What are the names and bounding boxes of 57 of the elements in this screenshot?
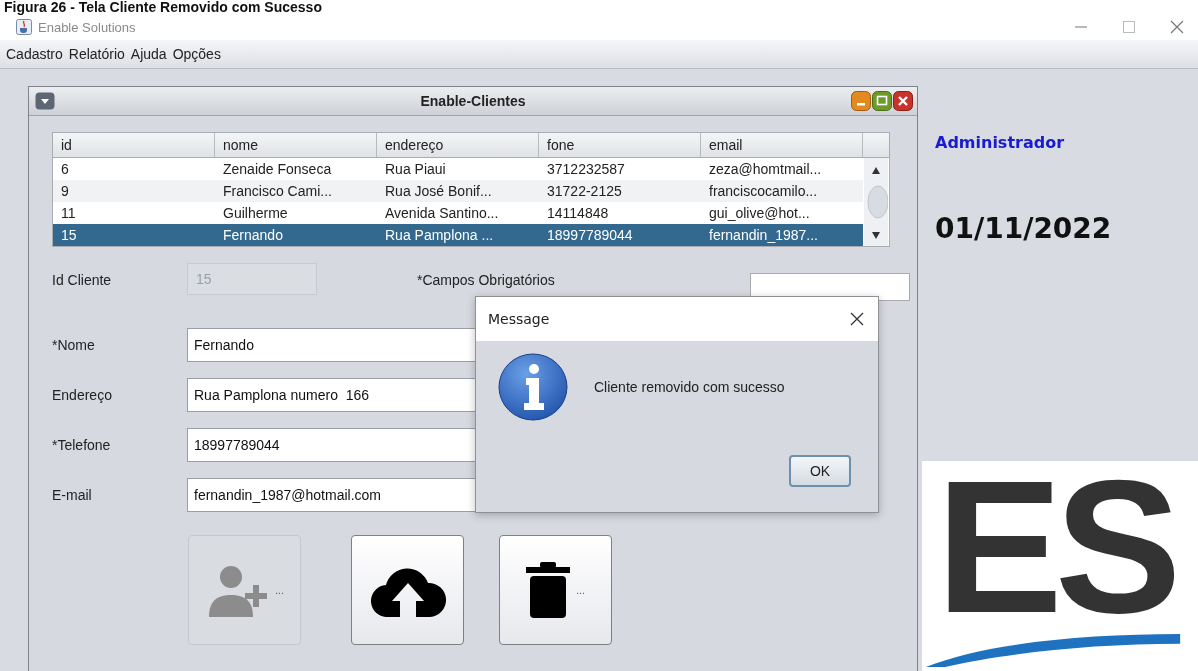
figure-caption: Figura 26 - Tela Cliente Removido com Sucesso [3,0,323,14]
table-cell-text: Zenaide Fonseca [222,160,333,179]
window-title: Enable Solutions [38,19,136,35]
menu-item[interactable]: Cadastro [6,46,63,62]
dialog-message: Cliente removido com sucesso [594,379,785,395]
menu-item[interactable]: Opções [172,46,221,62]
maximize-icon[interactable] [872,91,892,111]
save-button[interactable] [351,535,464,645]
delete-button[interactable]: ... [499,535,612,645]
table-cell-text: gui_olive@hot... [708,204,811,223]
table-cell-text: 14114848 [546,204,610,223]
field-label: *Telefone [52,437,112,453]
field-label: Id Cliente [52,271,113,290]
ok-button[interactable]: OK [789,455,851,487]
table-row[interactable]: 9 Francisco Cami... Rua José Bonif... 31722-2125 franciscocamilo... [53,180,863,202]
table-cell-text: Guilherme [222,204,289,223]
table-cell-text: Rua José Bonif... [384,182,493,201]
table-cell-text: Francisco Cami... [222,182,333,201]
table-cell-text: 6 [60,160,70,179]
window-title: Enable-Clientes [420,93,526,109]
table-row[interactable]: 15 Fernando Rua Pamplona ... 18997789044 fernandin_1987... [53,224,863,246]
table-cell-text: fernandin_1987... [708,226,819,245]
table-cell-text: Rua Piaui [384,160,447,179]
close-icon[interactable] [850,312,864,326]
column-header[interactable]: id [53,133,215,157]
required-note: *Campos Obrigatórios [417,271,555,290]
table-cell-text: 31722-2125 [546,182,623,201]
table-cell-text: 15 [60,226,78,245]
column-header[interactable]: endereço [377,133,539,157]
column-header[interactable]: email [701,133,863,157]
menu-item[interactable]: Ajuda [130,46,167,62]
user-name: Administrador [935,133,1066,152]
field-label: *Nome [52,337,96,353]
minimize-icon[interactable] [851,91,871,111]
close-icon[interactable] [893,91,913,111]
table-cell-text: Avenida Santino... [384,204,500,223]
column-header[interactable]: nome [215,133,377,157]
table-cell-text: franciscocamilo... [708,182,819,201]
logo-text: ES [936,461,1174,632]
scrollbar[interactable] [864,158,888,246]
table-cell-text: 9 [60,182,70,201]
table-cell-text: zeza@homtmail... [708,160,823,179]
field-label: Endereço [52,387,113,403]
table-cell-text: Fernando [222,226,284,245]
field-label: E-mail [52,487,93,503]
java-cup-icon [16,19,32,35]
date-text: 01/11/2022 [935,212,1113,245]
window-menu-icon[interactable] [35,92,55,110]
info-icon [498,353,568,421]
table-cell-text: 3712232587 [546,160,626,179]
table-cell-text: Rua Pamplona ... [384,226,495,245]
menu-item[interactable]: Relatório [68,46,125,62]
table-cell-text: 18997789044 [546,226,634,245]
trash-icon [526,562,571,618]
dialog-title: Message [488,311,550,327]
table-cell-text: 11 [60,204,77,223]
column-header[interactable]: fone [539,133,701,157]
